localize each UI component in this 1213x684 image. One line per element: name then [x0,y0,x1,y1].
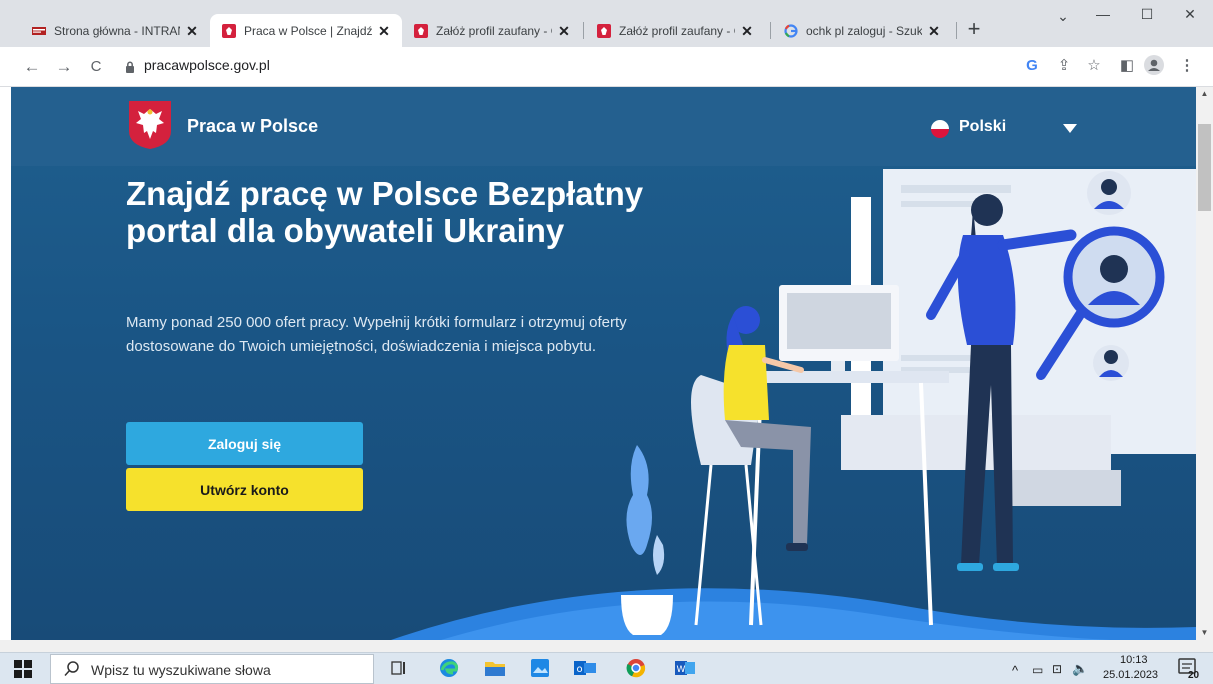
volume-icon[interactable]: 🔈 [1072,661,1088,677]
outlook-icon[interactable]: o [572,656,598,680]
tab-close-icon[interactable]: ✕ [739,23,755,39]
tab-separator [956,22,957,39]
tray-overflow-chevron-icon[interactable]: ^ [1012,663,1018,678]
tab-profil-zaufany-1[interactable]: Załóż profil zaufany - Gov ✕ [402,14,582,47]
tab-title: Praca w Polsce | Znajdź pracę [244,23,372,38]
side-panel-icon[interactable]: ◧ [1116,55,1138,77]
intranet-icon [32,24,46,38]
photos-icon[interactable] [527,656,553,680]
lock-icon[interactable] [125,60,135,78]
network-icon[interactable]: ⊡ [1052,662,1062,676]
tab-close-icon[interactable]: ✕ [926,23,942,39]
poland-emblem-icon [597,23,611,38]
svg-text:W: W [677,665,686,675]
tab-search-icon[interactable]: ⌄ [1043,8,1083,25]
window-bottom-edge [0,640,1213,652]
minimize-button[interactable]: — [1083,6,1123,22]
bookmark-star-icon[interactable]: ☆ [1083,55,1105,77]
tab-title: Strona główna - INTRANET [54,23,180,38]
tab-title: Załóż profil zaufany - Gov [619,23,735,38]
google-translate-icon[interactable]: G [1021,55,1043,77]
page-viewport: Praca w Polsce Polski Znajdź pracę w Pol… [11,87,1196,640]
windows-start-icon[interactable] [14,660,32,678]
poland-emblem-icon [222,23,236,38]
scroll-up-arrow-icon[interactable]: ▲ [1196,87,1213,101]
tab-close-icon[interactable]: ✕ [556,23,572,39]
tab-close-icon[interactable]: ✕ [376,23,392,39]
word-icon[interactable]: W [672,656,698,680]
new-tab-button[interactable]: + [962,18,986,42]
tab-close-icon[interactable]: ✕ [184,23,200,39]
tab-title: Załóż profil zaufany - Gov [436,23,552,38]
profile-avatar-icon[interactable] [1143,55,1165,77]
clock-time[interactable]: 10:13 [1120,654,1148,666]
forward-button[interactable]: → [52,55,76,79]
tab-title: ochk pl zaloguj - Szukaj w Google [806,23,922,38]
maximize-button[interactable]: ☐ [1127,6,1167,23]
share-icon[interactable]: ⇪ [1053,55,1075,77]
battery-icon[interactable]: ▭ [1032,663,1043,677]
tab-intranet[interactable]: Strona główna - INTRANET ✕ [20,14,210,47]
tab-separator [583,22,584,39]
tab-google-search[interactable]: ochk pl zaloguj - Szukaj w Google ✕ [772,14,952,47]
tab-separator [770,22,771,39]
close-window-button[interactable]: ✕ [1170,6,1210,23]
clock-date[interactable]: 25.01.2023 [1103,669,1158,681]
job-search-illustration [621,169,1196,635]
reload-button[interactable]: C [84,55,108,79]
address-bar[interactable]: pracawpolsce.gov.pl [144,57,270,73]
chrome-icon[interactable] [623,656,649,680]
tab-praca-w-polsce[interactable]: Praca w Polsce | Znajdź pracę ✕ [210,14,402,47]
taskbar-search-placeholder: Wpisz tu wyszukiwane słowa [91,662,271,678]
back-button[interactable]: ← [20,55,44,79]
poland-emblem-icon [414,23,428,38]
svg-text:o: o [577,664,583,675]
task-view-icon[interactable] [386,656,412,680]
google-icon [784,23,798,38]
screen: Strona główna - INTRANET ✕ Praca w Polsc… [0,0,1213,684]
search-icon [64,661,79,677]
browser-tab-strip: Strona główna - INTRANET ✕ Praca w Polsc… [0,0,1213,47]
scrollbar-thumb[interactable] [1198,124,1211,211]
edge-icon[interactable] [436,656,462,680]
scroll-down-arrow-icon[interactable]: ▼ [1196,626,1213,640]
browser-menu-icon[interactable]: ⋮ [1176,55,1198,77]
file-explorer-icon[interactable] [482,656,508,680]
tab-profil-zaufany-2[interactable]: Załóż profil zaufany - Gov ✕ [585,14,765,47]
notification-count-badge: 20 [1188,670,1200,681]
page-left-margin [0,87,11,640]
